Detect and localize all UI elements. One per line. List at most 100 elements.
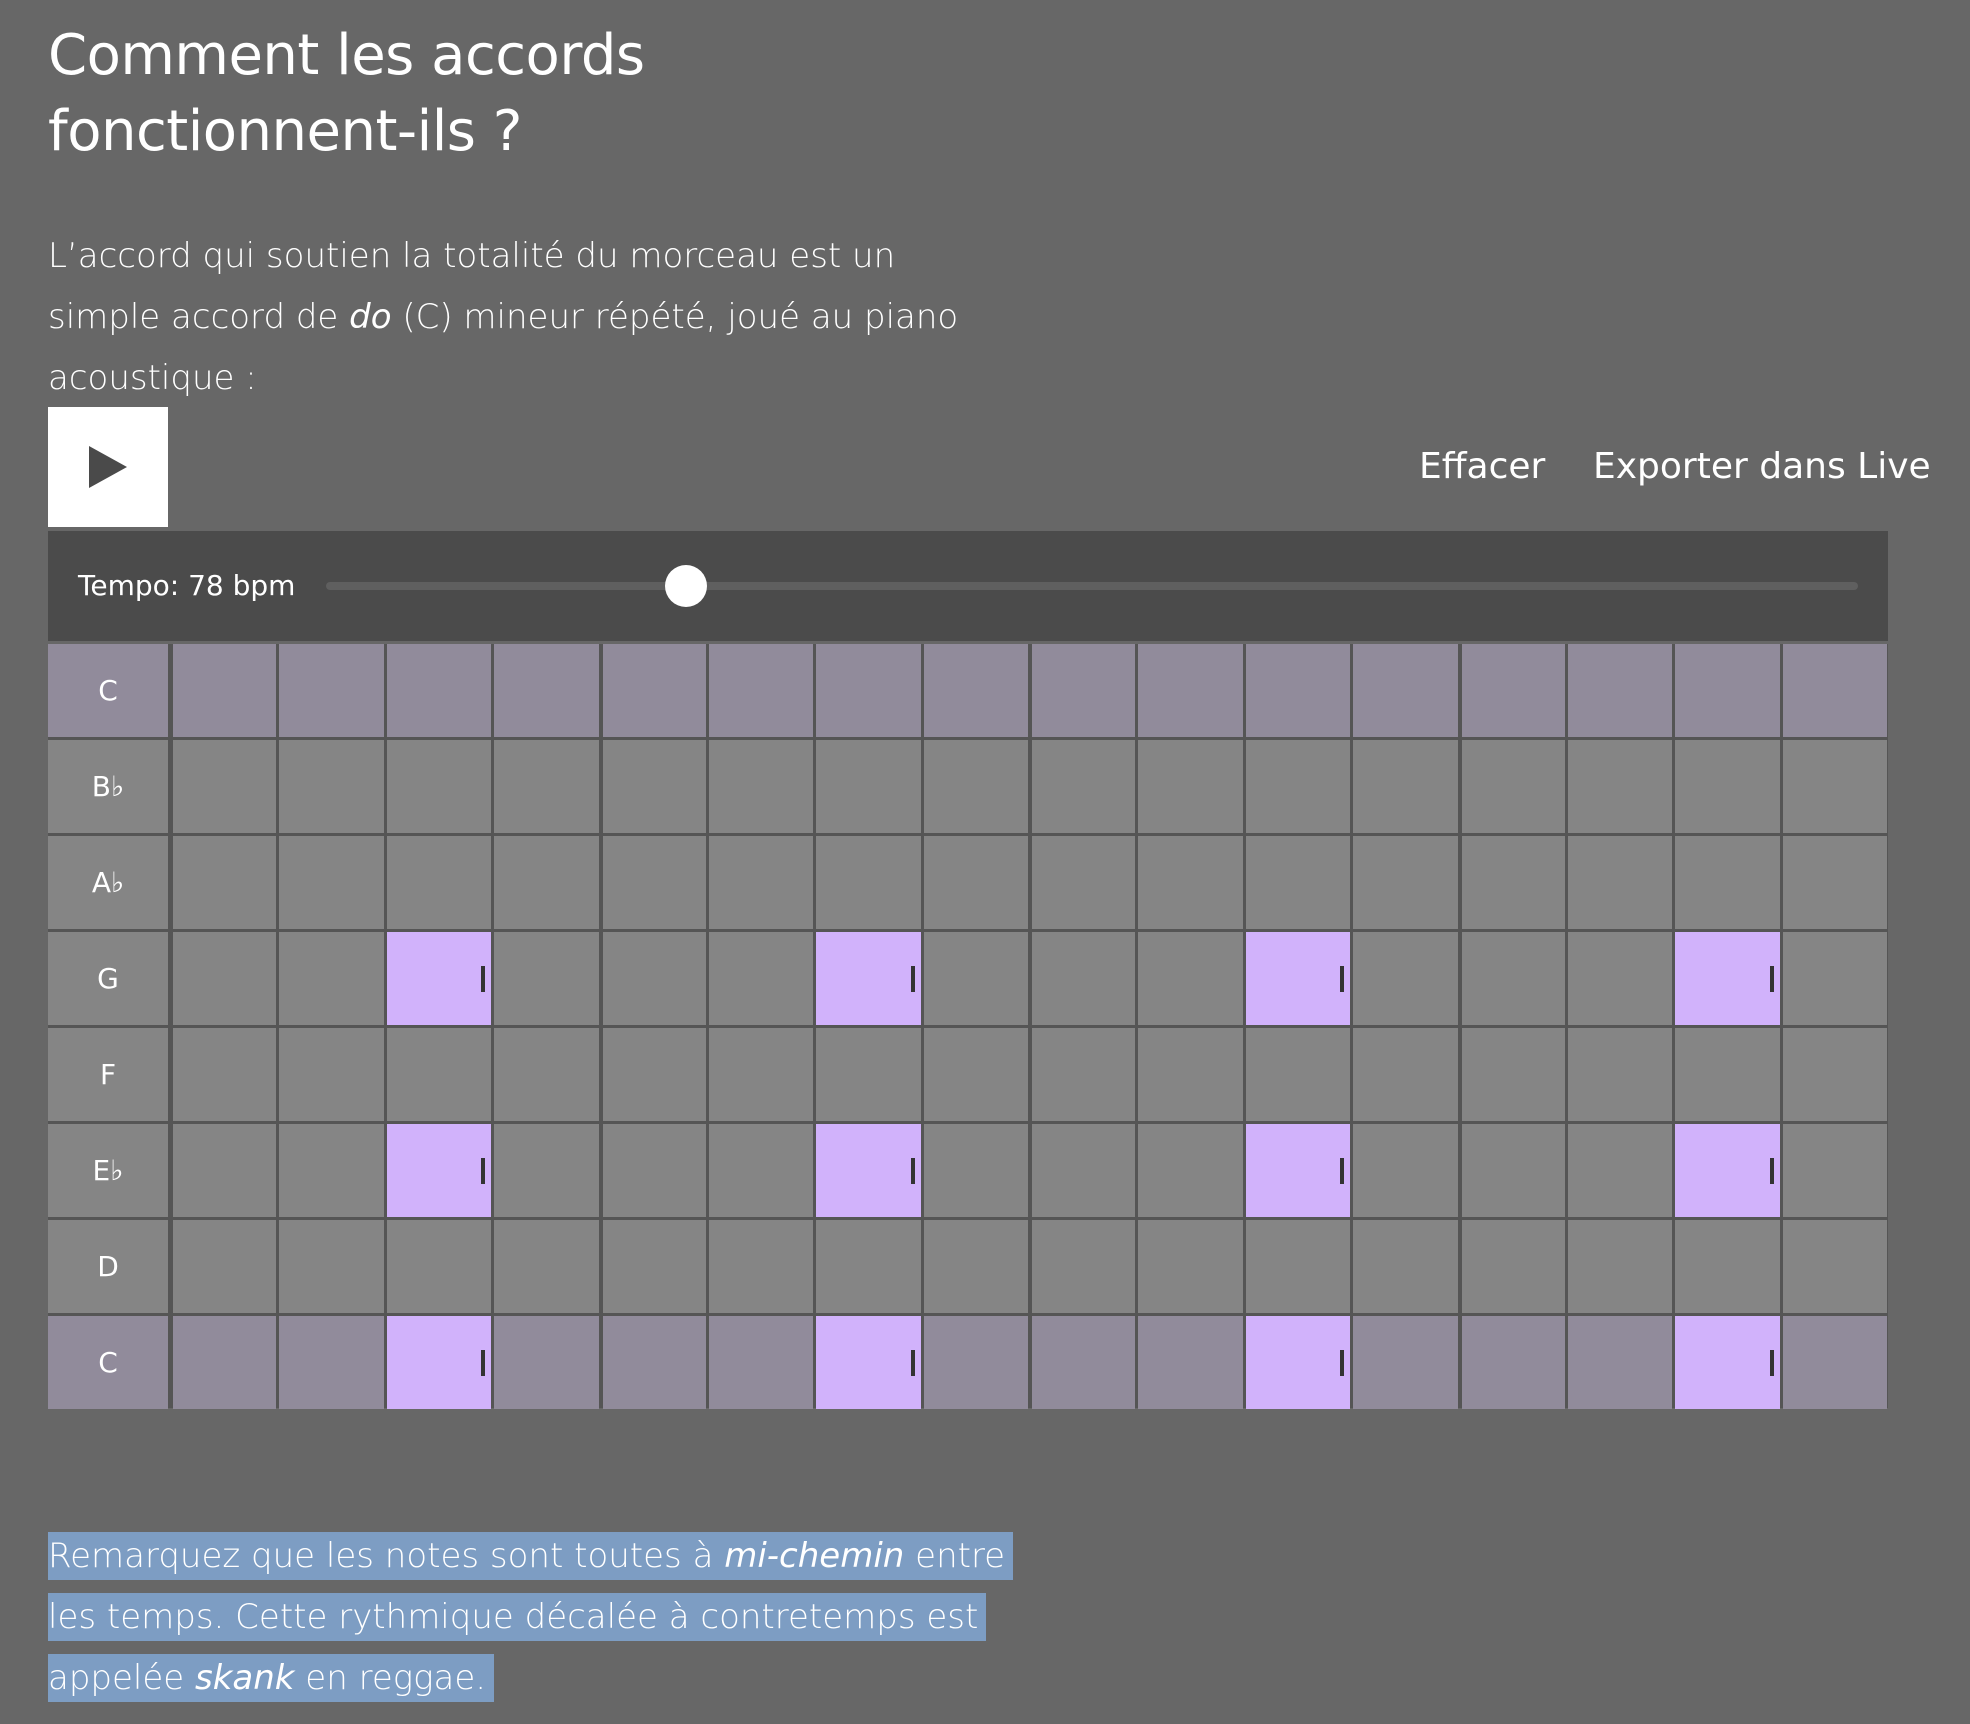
note-cell[interactable] — [173, 836, 277, 929]
note-cell-active[interactable] — [1675, 1316, 1780, 1409]
note-cell[interactable] — [602, 1124, 706, 1217]
note-cell[interactable] — [602, 932, 706, 1025]
note-cell[interactable] — [1353, 644, 1458, 737]
note-cell[interactable] — [494, 1220, 599, 1313]
note-cell[interactable] — [279, 1028, 384, 1121]
note-cell[interactable] — [602, 644, 706, 737]
note-resize-handle[interactable] — [1769, 965, 1774, 992]
note-cell[interactable] — [386, 836, 492, 929]
note-cell[interactable] — [1567, 1316, 1673, 1409]
note-cell[interactable] — [494, 740, 599, 833]
note-cell[interactable] — [1138, 1124, 1243, 1217]
note-cell[interactable] — [494, 1124, 599, 1217]
note-cell[interactable] — [708, 1220, 814, 1313]
note-cell[interactable] — [923, 1220, 1028, 1313]
note-cell-active[interactable] — [1675, 1124, 1780, 1217]
note-cell[interactable] — [1138, 1220, 1243, 1313]
note-resize-handle[interactable] — [910, 965, 915, 992]
note-cell[interactable] — [708, 644, 814, 737]
note-cell-active[interactable] — [386, 1316, 492, 1409]
note-cell[interactable] — [1138, 1316, 1243, 1409]
note-cell[interactable] — [1782, 644, 1887, 737]
note-cell[interactable] — [1782, 740, 1887, 833]
note-cell[interactable] — [1782, 1124, 1887, 1217]
note-cell[interactable] — [1567, 740, 1673, 833]
note-cell[interactable] — [494, 932, 599, 1025]
note-cell[interactable] — [173, 740, 277, 833]
note-cell[interactable] — [1353, 932, 1458, 1025]
note-cell[interactable] — [494, 1316, 599, 1409]
note-resize-handle[interactable] — [481, 1157, 486, 1184]
note-cell[interactable] — [173, 644, 277, 737]
note-cell[interactable] — [1461, 932, 1565, 1025]
note-cell[interactable] — [1245, 1220, 1351, 1313]
note-cell[interactable] — [1353, 1220, 1458, 1313]
note-cell[interactable] — [602, 1316, 706, 1409]
note-cell[interactable] — [1461, 1124, 1565, 1217]
note-cell[interactable] — [279, 644, 384, 737]
note-cell[interactable] — [1567, 644, 1673, 737]
note-cell[interactable] — [1245, 740, 1351, 833]
note-cell[interactable] — [1567, 836, 1673, 929]
note-resize-handle[interactable] — [481, 1349, 486, 1376]
note-cell[interactable] — [1461, 1028, 1565, 1121]
note-cell[interactable] — [173, 1220, 277, 1313]
note-cell[interactable] — [1032, 1028, 1136, 1121]
note-cell[interactable] — [816, 1028, 921, 1121]
note-cell[interactable] — [923, 1316, 1028, 1409]
note-cell[interactable] — [279, 1124, 384, 1217]
note-cell[interactable] — [279, 932, 384, 1025]
note-cell[interactable] — [708, 740, 814, 833]
note-cell[interactable] — [386, 644, 492, 737]
note-cell-active[interactable] — [1245, 1316, 1351, 1409]
tempo-slider-thumb[interactable] — [665, 565, 708, 607]
note-cell[interactable] — [1782, 1028, 1887, 1121]
tempo-slider[interactable] — [326, 565, 1858, 607]
note-cell[interactable] — [923, 1028, 1028, 1121]
note-resize-handle[interactable] — [910, 1157, 915, 1184]
note-cell[interactable] — [923, 1124, 1028, 1217]
note-cell-active[interactable] — [1245, 932, 1351, 1025]
note-cell[interactable] — [1353, 740, 1458, 833]
note-cell[interactable] — [1567, 1220, 1673, 1313]
note-cell[interactable] — [1782, 1220, 1887, 1313]
note-cell[interactable] — [816, 740, 921, 833]
note-cell[interactable] — [173, 1124, 277, 1217]
note-resize-handle[interactable] — [1340, 1349, 1345, 1376]
note-cell[interactable] — [386, 1028, 492, 1121]
play-button[interactable] — [48, 407, 168, 527]
note-cell[interactable] — [1461, 740, 1565, 833]
note-cell[interactable] — [1032, 932, 1136, 1025]
note-cell[interactable] — [279, 1220, 384, 1313]
note-cell[interactable] — [1782, 932, 1887, 1025]
note-cell[interactable] — [1032, 740, 1136, 833]
note-cell[interactable] — [1461, 1220, 1565, 1313]
note-cell-active[interactable] — [816, 1316, 921, 1409]
note-cell[interactable] — [602, 740, 706, 833]
note-cell[interactable] — [923, 740, 1028, 833]
note-cell[interactable] — [1353, 1316, 1458, 1409]
note-cell-active[interactable] — [386, 932, 492, 1025]
note-cell[interactable] — [1138, 644, 1243, 737]
note-cell[interactable] — [816, 644, 921, 737]
note-cell[interactable] — [923, 932, 1028, 1025]
note-cell[interactable] — [1032, 1220, 1136, 1313]
note-cell[interactable] — [923, 836, 1028, 929]
note-cell[interactable] — [1353, 1028, 1458, 1121]
note-cell[interactable] — [708, 1028, 814, 1121]
note-cell[interactable] — [708, 1316, 814, 1409]
note-resize-handle[interactable] — [910, 1349, 915, 1376]
note-cell[interactable] — [1245, 836, 1351, 929]
note-resize-handle[interactable] — [1340, 1157, 1345, 1184]
note-cell-active[interactable] — [816, 1124, 921, 1217]
note-cell[interactable] — [1032, 1316, 1136, 1409]
note-cell[interactable] — [1567, 1028, 1673, 1121]
note-cell[interactable] — [1138, 740, 1243, 833]
note-cell[interactable] — [1032, 644, 1136, 737]
note-cell[interactable] — [1138, 836, 1243, 929]
note-cell[interactable] — [173, 1316, 277, 1409]
note-cell[interactable] — [279, 740, 384, 833]
note-cell[interactable] — [1675, 1220, 1780, 1313]
note-cell[interactable] — [816, 836, 921, 929]
note-cell[interactable] — [1032, 1124, 1136, 1217]
